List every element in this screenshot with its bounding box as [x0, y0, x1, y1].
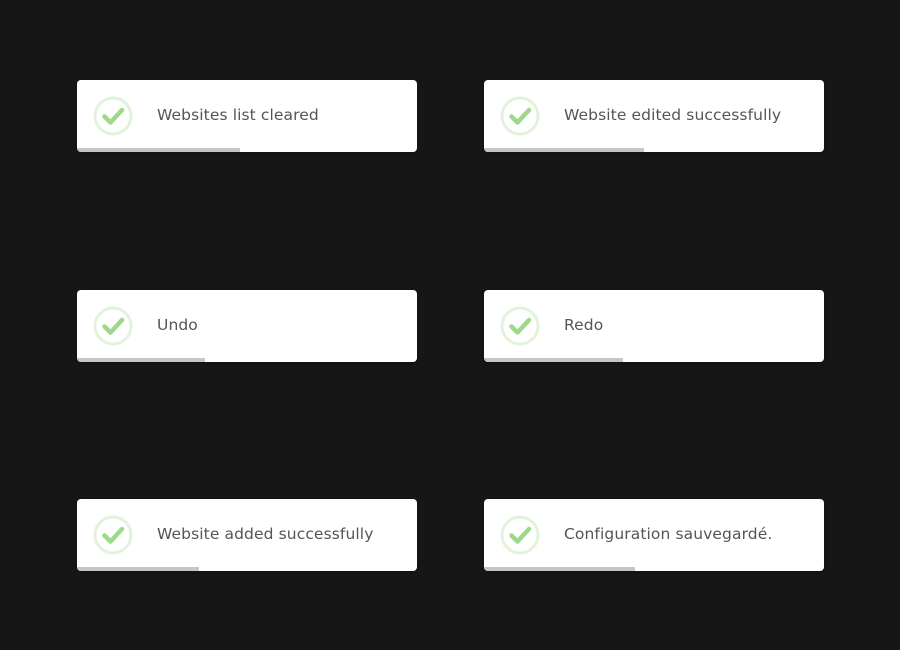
success-check-icon — [93, 515, 133, 555]
success-check-icon — [500, 515, 540, 555]
toast-progress-bar — [77, 567, 200, 571]
toast-notification[interactable]: Configuration sauvegardé. — [484, 499, 824, 571]
toast-notification[interactable]: Website edited successfully — [484, 80, 824, 152]
toast-message: Undo — [157, 316, 198, 334]
success-check-icon — [93, 96, 133, 136]
success-check-icon — [500, 96, 540, 136]
toast-progress-bar — [77, 148, 241, 152]
toast-notification[interactable]: Website added successfully — [77, 499, 417, 571]
toast-message: Website edited successfully — [564, 106, 782, 124]
toast-progress-bar — [484, 358, 624, 362]
toast-notification[interactable]: Undo — [77, 290, 417, 362]
toast-message: Websites list cleared — [157, 106, 319, 124]
toast-message: Configuration sauvegardé. — [564, 525, 773, 543]
toast-message: Redo — [564, 316, 604, 334]
toast-notification[interactable]: Websites list cleared — [77, 80, 417, 152]
toast-progress-bar — [484, 148, 644, 152]
toast-message: Website added successfully — [157, 525, 374, 543]
success-check-icon — [500, 306, 540, 346]
success-check-icon — [93, 306, 133, 346]
toast-notification[interactable]: Redo — [484, 290, 824, 362]
toast-progress-bar — [484, 567, 636, 571]
toast-progress-bar — [77, 358, 205, 362]
